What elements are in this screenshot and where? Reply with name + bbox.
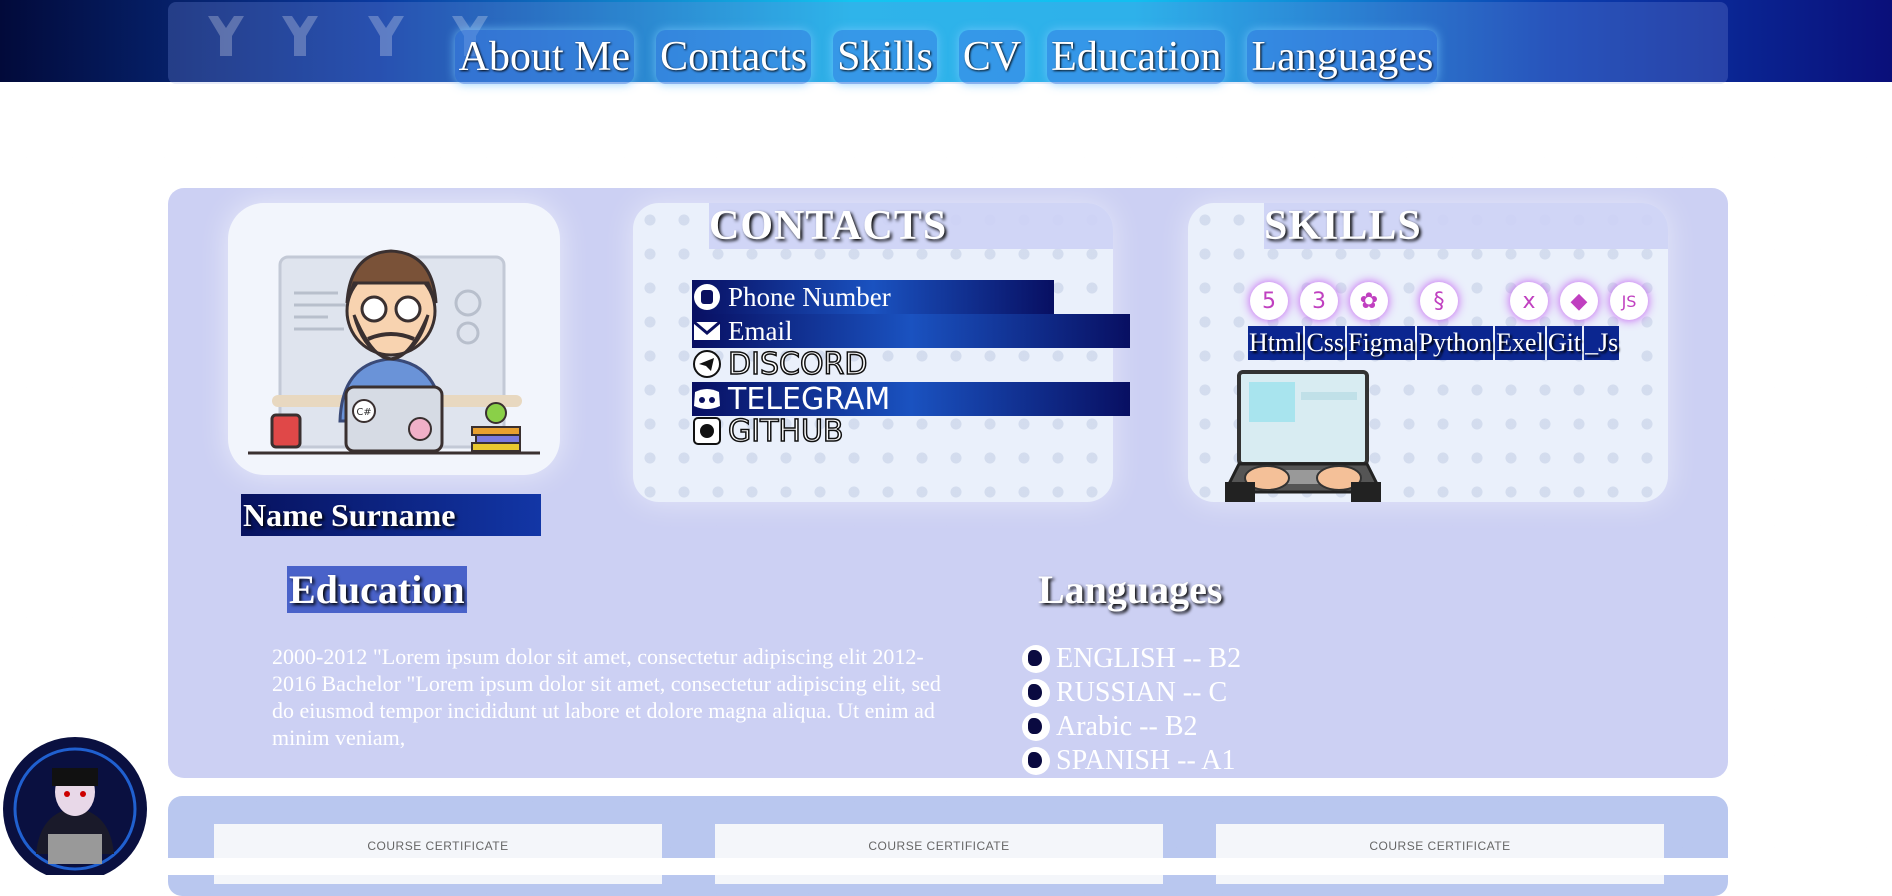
github-icon	[693, 417, 721, 445]
globe-icon	[1022, 679, 1050, 707]
email-icon	[693, 320, 721, 340]
contact-email[interactable]: Email	[692, 314, 1130, 348]
skill-python: Python	[1417, 326, 1494, 360]
education-text: 2000-2012 "Lorem ipsum dolor sit amet, c…	[272, 644, 941, 750]
laptop-typing-illustration	[1225, 370, 1381, 502]
globe-icon	[1022, 747, 1050, 775]
phone-icon	[694, 284, 720, 310]
js-icon: JS	[1610, 282, 1648, 320]
nav-links: About Me Contacts Skills CV Education La…	[0, 30, 1892, 88]
avatar-card: C#	[228, 203, 560, 475]
language-item: RUSSIAN -- C	[1022, 676, 1241, 710]
figma-icon: ✿	[1350, 282, 1388, 320]
nav-link-contacts[interactable]: Contacts	[656, 30, 812, 84]
skill-icons: 5 3 ✿ § x ◆ JS	[1250, 282, 1648, 320]
contacts-title: CONTACTS	[709, 203, 1113, 249]
contact-github-label: GITHUB	[727, 413, 844, 450]
language-label: Arabic -- B2	[1056, 711, 1198, 742]
globe-icon	[1022, 713, 1050, 741]
nav-link-cv[interactable]: CV	[958, 30, 1026, 84]
language-item: Arabic -- B2	[1022, 710, 1241, 744]
language-label: SPANISH -- A1	[1056, 745, 1236, 776]
nav-link-skills[interactable]: Skills	[833, 30, 937, 84]
nav-link-education[interactable]: Education	[1047, 30, 1226, 84]
language-item: ENGLISH -- B2	[1022, 642, 1241, 676]
language-label: ENGLISH -- B2	[1056, 643, 1242, 674]
education-title: Education	[287, 566, 467, 613]
skill-js: _Js	[1584, 326, 1620, 360]
python-icon: §	[1420, 282, 1458, 320]
bottom-bar	[0, 858, 1892, 875]
certificate-card[interactable]: COURSE CERTIFICATE	[715, 824, 1163, 884]
contact-telegram[interactable]: TELEGRAM	[692, 381, 1130, 417]
skill-exel: Exel	[1495, 326, 1545, 360]
skill-labels: Html Css Figma Python Exel Git _Js	[1248, 326, 1621, 360]
nav-link-languages[interactable]: Languages	[1247, 30, 1438, 84]
hacker-avatar-icon[interactable]	[0, 734, 150, 875]
contact-discord[interactable]: DISCORD	[692, 346, 868, 383]
nav-glow	[0, 82, 1892, 122]
skill-figma: Figma	[1347, 326, 1416, 360]
html5-icon: 5	[1250, 282, 1288, 320]
certificate-card[interactable]: COURSE CERTIFICATE	[1216, 824, 1664, 884]
developer-avatar-illustration: C#	[248, 249, 540, 455]
skills-title: SKILLS	[1264, 203, 1668, 249]
skill-html: Html	[1248, 326, 1304, 360]
profile-name: Name Surname	[241, 494, 541, 536]
nav-link-about-me[interactable]: About Me	[454, 30, 635, 84]
language-label: RUSSIAN -- C	[1056, 677, 1228, 708]
languages-title: Languages	[1038, 567, 1223, 612]
language-item: SPANISH -- A1	[1022, 744, 1241, 778]
skill-css: Css	[1305, 326, 1346, 360]
telegram-icon	[693, 350, 721, 378]
globe-icon	[1022, 645, 1050, 673]
discord-icon	[694, 389, 720, 409]
excel-icon: x	[1510, 282, 1548, 320]
contact-discord-label: DISCORD	[727, 346, 868, 383]
css3-icon: 3	[1300, 282, 1338, 320]
contact-telegram-label: TELEGRAM	[728, 381, 891, 417]
contact-github[interactable]: GITHUB	[692, 413, 844, 450]
skill-git: Git	[1546, 326, 1583, 360]
svg-text:C#: C#	[356, 407, 371, 418]
git-icon: ◆	[1560, 282, 1598, 320]
languages-list: ENGLISH -- B2 RUSSIAN -- C Arabic -- B2 …	[1022, 642, 1241, 778]
contact-phone[interactable]: Phone Number	[692, 280, 1054, 314]
certificate-card[interactable]: COURSE CERTIFICATE	[214, 824, 662, 884]
contact-email-label: Email	[728, 315, 793, 346]
contact-phone-label: Phone Number	[728, 281, 891, 312]
